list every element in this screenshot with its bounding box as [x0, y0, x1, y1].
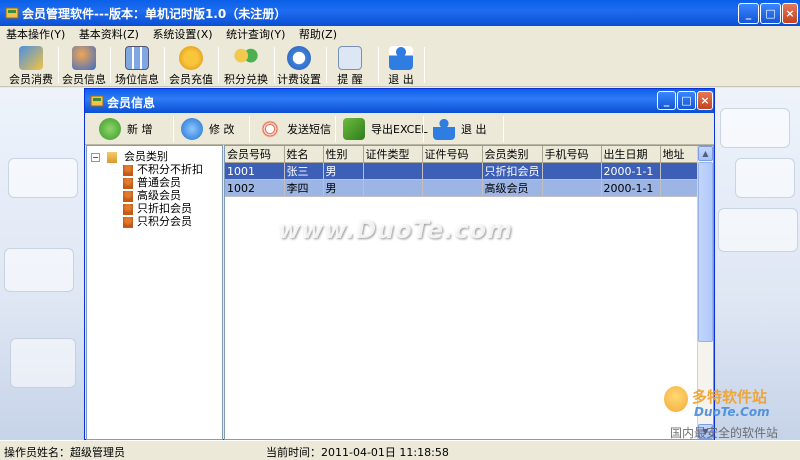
send-sms-button[interactable]: 发送短信 [259, 116, 331, 142]
child-minimize-button[interactable]: _ [657, 91, 676, 110]
menu-help[interactable]: 帮助(Z) [299, 26, 337, 43]
venue-info-icon [125, 46, 149, 70]
table-row[interactable]: 1002 李四 男 高级会员 2000-1-1 [225, 179, 699, 197]
edit-icon [181, 118, 203, 140]
cell: 男 [323, 179, 364, 197]
sms-icon [259, 118, 281, 140]
member-consume-icon [19, 46, 43, 70]
operator-name: 操作员姓名：超级管理员 [4, 446, 125, 459]
reminder-icon [338, 46, 362, 70]
col-header[interactable]: 证件号码 [422, 146, 483, 163]
child-close-button[interactable]: × [697, 91, 713, 110]
cell [363, 179, 423, 197]
main-toolbar: 会员消费 会员信息 场位信息 会员充值 积分兑换 计费设置 提 醒 退 出 [0, 43, 800, 87]
col-header[interactable]: 出生日期 [601, 146, 661, 163]
member-category-tree: − 会员类别 不积分不折扣 普通会员 高级会员 只折扣会员 只积分会员 [86, 145, 223, 440]
table-row[interactable]: 1001 张三 男 只折扣会员 2000-1-1 [225, 162, 699, 180]
folder-icon [106, 151, 117, 163]
exit-button[interactable]: 退 出 [433, 116, 487, 142]
toolbar-venue-info[interactable]: 场位信息 [112, 44, 162, 86]
member-toolbar: 新 增 修 改 发送短信 导出EXCEL 退 出 [85, 113, 714, 145]
menu-basic-data[interactable]: 基本资料(Z) [79, 26, 139, 43]
cell [542, 162, 602, 180]
menu-bar: 基本操作(Y) 基本资料(Z) 系统设置(X) 统计查询(Y) 帮助(Z) [0, 26, 800, 43]
cell: 2000-1-1 [601, 162, 661, 180]
cell: 1002 [225, 179, 285, 197]
toolbar-member-info[interactable]: 会员信息 [60, 44, 108, 86]
col-header[interactable]: 性别 [323, 146, 364, 163]
cell: 只折扣会员 [482, 162, 543, 180]
duote-logo: 多特软件站 DuoTe.Com 国内最安全的软件站 [664, 384, 794, 440]
member-info-window: 会员信息 _ □ × 新 增 修 改 发送短信 导出EXCEL 退 出 − 会员… [84, 88, 715, 440]
cell [422, 179, 483, 197]
toolbar-points-exchange[interactable]: 积分兑换 [220, 44, 272, 86]
billing-settings-icon [287, 46, 311, 70]
add-button[interactable]: 新 增 [99, 116, 153, 142]
toolbar-recharge[interactable]: 会员充值 [166, 44, 216, 86]
toolbar-member-consume[interactable]: 会员消费 [6, 44, 56, 86]
export-excel-icon [343, 118, 365, 140]
menu-basic-ops[interactable]: 基本操作(Y) [6, 26, 65, 43]
scroll-up-icon[interactable]: ▲ [698, 146, 713, 161]
status-bar: 操作员姓名：超级管理员 当前时间：2011-04-01日 11:18:58 [0, 440, 800, 460]
cell [660, 179, 699, 197]
minimize-button[interactable]: _ [738, 3, 759, 24]
app-icon [5, 7, 19, 19]
grid-header-row: 会员号码 姓名 性别 证件类型 证件号码 会员类别 手机号码 出生日期 地址 [225, 146, 699, 163]
close-button[interactable]: × [782, 3, 798, 24]
member-info-icon [72, 46, 96, 70]
cell: 1001 [225, 162, 285, 180]
toolbar-billing-settings[interactable]: 计费设置 [276, 44, 322, 86]
member-info-title-bar: 会员信息 _ □ × [85, 89, 714, 113]
window-icon [90, 95, 104, 107]
cell [542, 179, 602, 197]
cell: 高级会员 [482, 179, 543, 197]
col-header[interactable]: 证件类型 [363, 146, 423, 163]
member-grid: 会员号码 姓名 性别 证件类型 证件号码 会员类别 手机号码 出生日期 地址 1… [224, 145, 714, 440]
cell [363, 162, 423, 180]
tree-item[interactable]: 只积分会员 [123, 213, 192, 229]
recharge-icon [179, 46, 203, 70]
col-header[interactable]: 会员类别 [482, 146, 543, 163]
app-title-bar: 会员管理软件---版本：单机记时版1.0（未注册） _ □ × [0, 0, 800, 26]
member-icon [123, 216, 133, 228]
current-time: 当前时间：2011-04-01日 11:18:58 [266, 446, 449, 459]
app-title: 会员管理软件---版本：单机记时版1.0（未注册） [22, 7, 287, 21]
edit-button[interactable]: 修 改 [181, 116, 235, 142]
toolbar-reminder[interactable]: 提 醒 [330, 44, 370, 86]
logo-mascot-icon [664, 386, 688, 412]
cell [422, 162, 483, 180]
col-header[interactable]: 地址 [660, 146, 699, 163]
cell: 李四 [284, 179, 324, 197]
maximize-button[interactable]: □ [760, 3, 781, 24]
member-info-title: 会员信息 [107, 96, 156, 110]
col-header[interactable]: 会员号码 [225, 146, 285, 163]
cell: 2000-1-1 [601, 179, 661, 197]
cell [660, 162, 699, 180]
cell: 男 [323, 162, 364, 180]
col-header[interactable]: 手机号码 [542, 146, 602, 163]
watermark: www.DuoTe.com [278, 216, 513, 244]
toolbar-exit[interactable]: 退 出 [382, 44, 420, 86]
col-header[interactable]: 姓名 [284, 146, 324, 163]
child-maximize-button[interactable]: □ [677, 91, 696, 110]
menu-statistics[interactable]: 统计查询(Y) [226, 26, 285, 43]
add-icon [99, 118, 121, 140]
scroll-thumb[interactable] [698, 162, 713, 342]
exit-icon [389, 46, 413, 70]
points-exchange-icon [234, 46, 258, 70]
cell: 张三 [284, 162, 324, 180]
menu-system-settings[interactable]: 系统设置(X) [152, 26, 212, 43]
exit-icon [433, 118, 455, 140]
export-excel-button[interactable]: 导出EXCEL [343, 116, 427, 142]
